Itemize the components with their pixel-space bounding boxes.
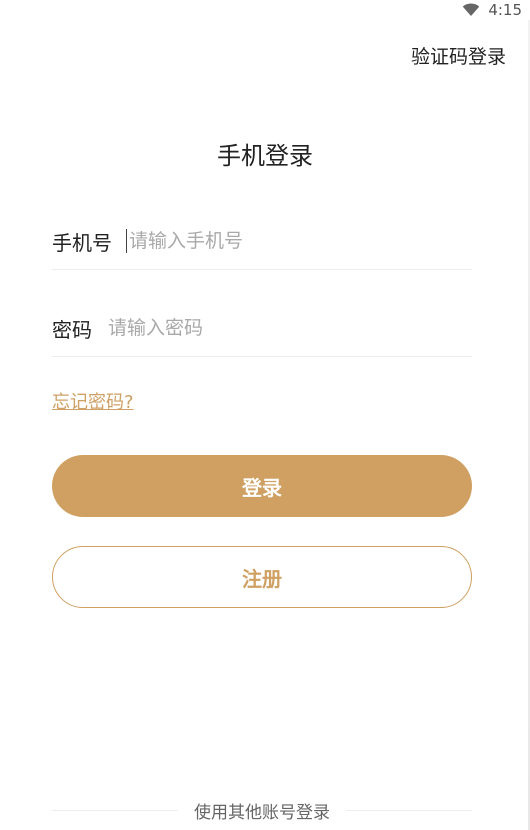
wifi-icon <box>463 3 480 16</box>
phone-input[interactable] <box>129 230 472 252</box>
divider-right <box>346 810 472 811</box>
sms-code-login-link[interactable]: 验证码登录 <box>411 42 506 69</box>
other-login-section: 使用其他账号登录 <box>52 798 472 823</box>
status-time: 4:15 <box>488 1 522 19</box>
password-label: 密码 <box>52 317 92 342</box>
password-field: 密码 <box>52 300 472 357</box>
page-title: 手机登录 <box>217 142 313 170</box>
status-bar: 4:15 <box>0 0 530 20</box>
text-cursor <box>126 229 127 253</box>
login-screen: 4:15 验证码登录 手机登录 手机号 密码 忘记密码? 登录 注册 使用其他账… <box>0 0 530 830</box>
password-input[interactable] <box>108 317 472 339</box>
other-account-login-link[interactable]: 使用其他账号登录 <box>178 798 346 823</box>
phone-label: 手机号 <box>52 230 112 255</box>
divider-left <box>52 810 178 811</box>
phone-field: 手机号 <box>52 213 472 270</box>
register-button[interactable]: 注册 <box>52 546 472 608</box>
login-button[interactable]: 登录 <box>52 455 472 517</box>
forgot-password-link[interactable]: 忘记密码? <box>52 388 134 414</box>
